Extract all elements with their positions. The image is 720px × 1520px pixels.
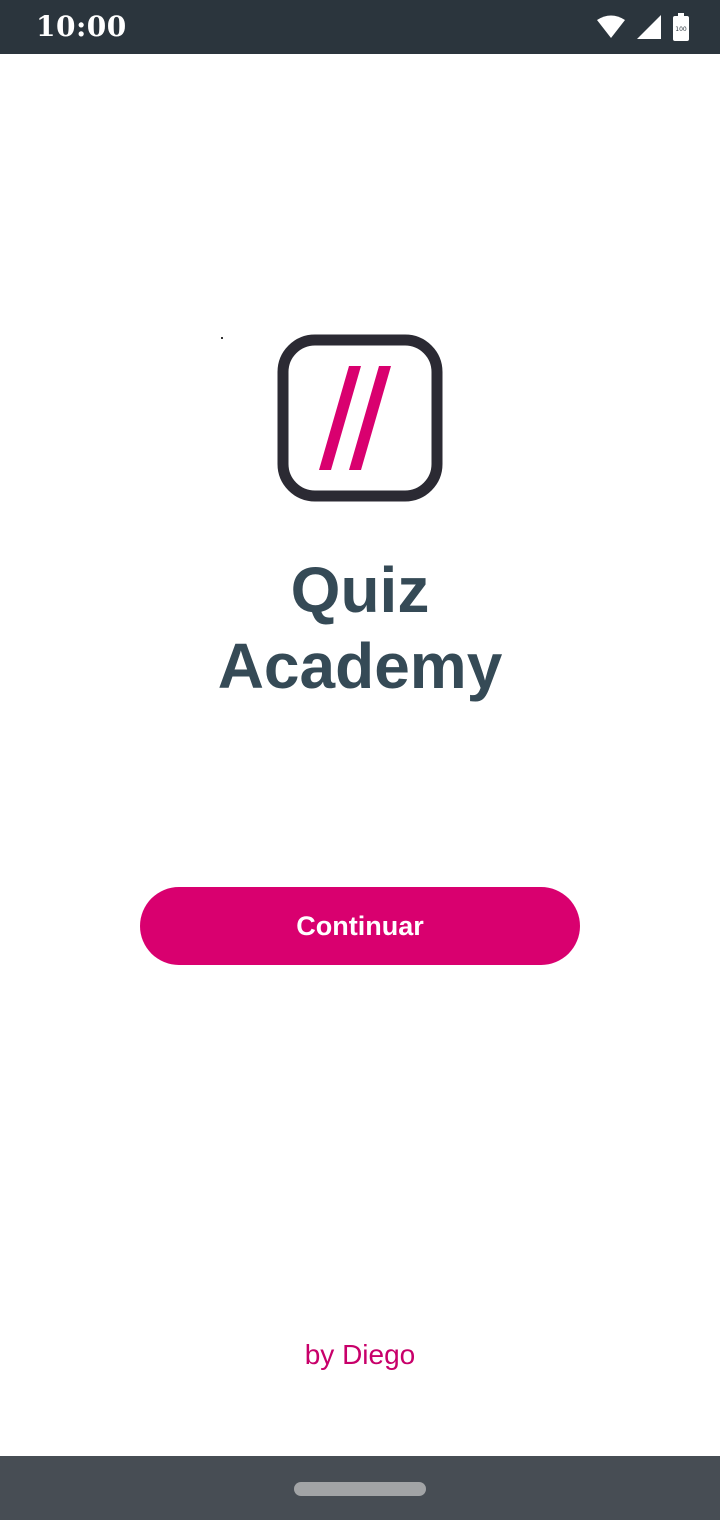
status-icons: 100: [596, 12, 690, 42]
byline: by Diego: [304, 1339, 416, 1370]
navigation-bar: [0, 1456, 720, 1520]
battery-icon: 100: [672, 13, 690, 41]
wifi-icon: [596, 15, 626, 39]
status-bar: 10:00 100: [0, 0, 720, 54]
stray-dot: [221, 337, 223, 339]
continue-button[interactable]: Continuar: [140, 887, 580, 965]
app-title: Quiz Academy: [0, 552, 720, 704]
home-gesture-handle[interactable]: [294, 1482, 426, 1496]
app-title-line-1: Quiz: [290, 554, 430, 626]
cellular-signal-icon: [636, 14, 662, 40]
battery-level-text: 100: [675, 26, 687, 33]
app-title-line-2: Academy: [217, 630, 503, 702]
double-slash-logo-icon: [277, 334, 443, 502]
status-time: 10:00: [36, 10, 127, 43]
